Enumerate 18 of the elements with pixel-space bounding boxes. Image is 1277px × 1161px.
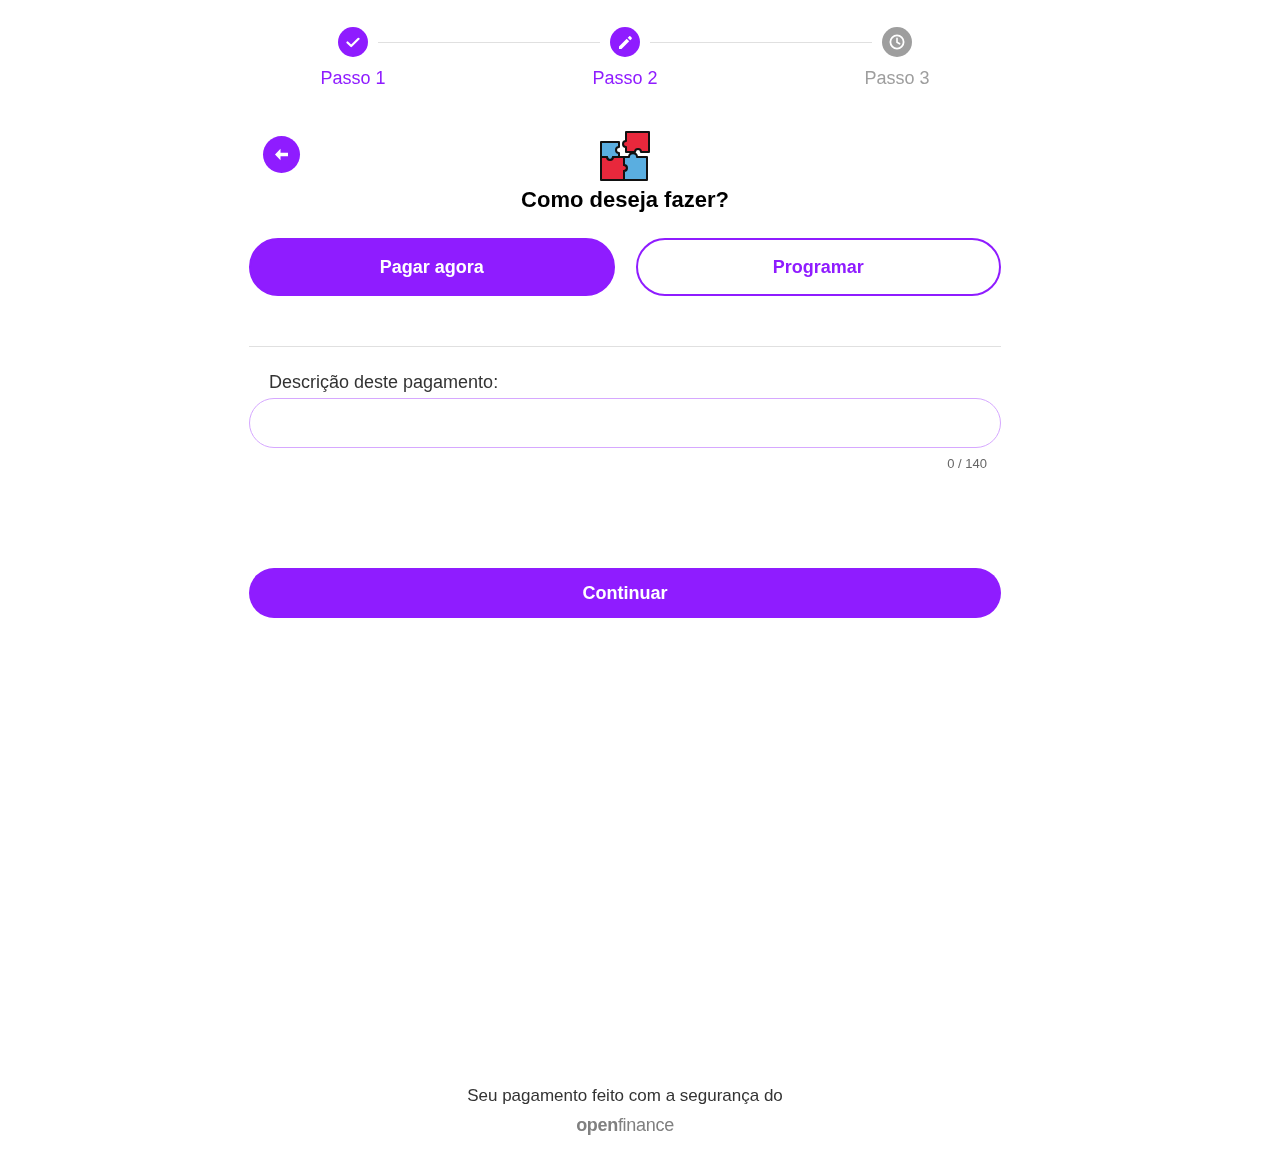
pencil-icon [617,34,633,50]
step-label: Passo 1 [320,67,386,89]
puzzle-pieces-icon [599,130,651,182]
description-input[interactable] [249,398,1001,448]
openfinance-logo: openfinance [576,1114,674,1137]
continue-button[interactable]: Continuar [249,568,1001,618]
check-icon [346,36,360,48]
clock-icon [889,34,905,50]
step-label: Passo 2 [592,67,658,89]
character-counter: 0 / 140 [947,456,987,472]
security-note: Seu pagamento feito com a segurança do [467,1085,783,1107]
arrow-left-icon [274,148,289,161]
back-button[interactable] [263,136,300,173]
page-title: Como deseja fazer? [521,187,729,213]
payment-mode-button[interactable]: Pagar agora [249,238,615,296]
payment-mode-button[interactable]: Programar [635,238,1001,296]
step-label: Passo 3 [864,67,930,89]
field-label: Descrição deste pagamento: [269,371,499,393]
